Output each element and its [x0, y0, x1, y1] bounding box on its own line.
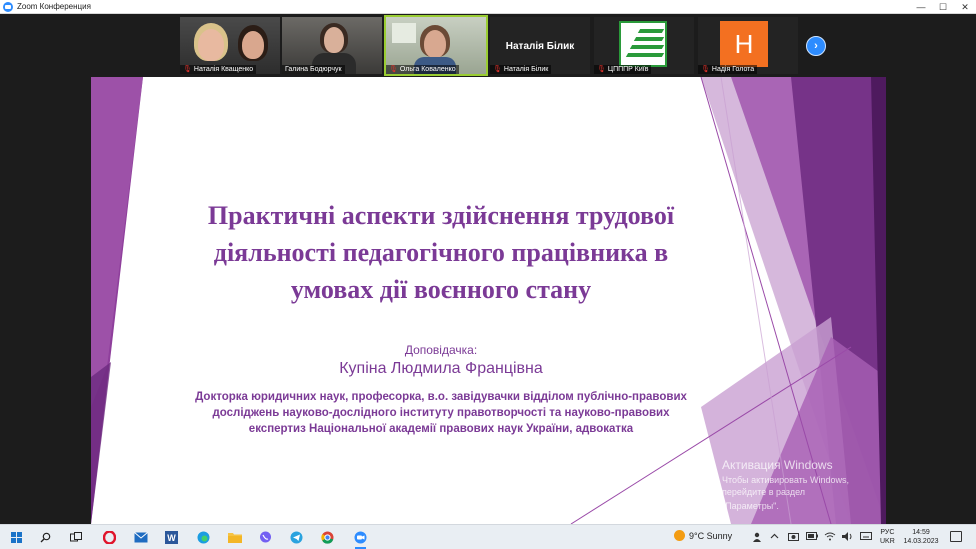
participant-tile[interactable]: Н 🎙 Надія Голота	[698, 17, 798, 74]
notification-icon[interactable]	[950, 531, 962, 542]
keyboard-icon[interactable]	[860, 532, 872, 542]
zoom-app-icon	[3, 1, 13, 12]
battery-icon[interactable]	[806, 532, 818, 542]
window-title: Zoom Конференция	[17, 2, 91, 11]
speaker-name: Купіна Людмила Францівна	[339, 360, 543, 377]
weather-temp: 9°C	[689, 530, 705, 541]
person-icon[interactable]	[752, 532, 762, 544]
window-controls: — ☐ ✕	[910, 0, 976, 14]
language-indicator[interactable]: РУС UKR	[880, 528, 895, 546]
windows-activation-watermark: Активация Windows Чтобы активировать Win…	[722, 458, 886, 512]
speaker-description: Докторка юридичних наук, професорка, в.о…	[195, 391, 687, 435]
shared-slide: Практичні аспекти здійснення трудової ді…	[91, 77, 886, 524]
svg-text:W: W	[167, 533, 176, 543]
language-bottom: UKR	[880, 538, 895, 545]
weather-widget[interactable]: 9°C Sunny	[674, 530, 732, 541]
participant-name-bar: 🎙 Надія Голота	[698, 65, 758, 74]
organization-logo	[619, 21, 667, 67]
mic-muted-icon: 🎙	[183, 66, 192, 73]
windows-start-icon[interactable]	[9, 530, 24, 545]
activation-line: Чтобы активировать Windows, перейдите в …	[722, 475, 849, 497]
clock-date: 14.03.2023	[903, 538, 939, 545]
edge-icon[interactable]	[196, 530, 211, 545]
participant-avatar: Н	[720, 21, 768, 67]
activation-title: Активация Windows	[722, 458, 833, 472]
task-view-icon[interactable]	[68, 530, 83, 545]
viber-icon[interactable]	[258, 530, 273, 545]
chrome-icon[interactable]	[320, 530, 335, 545]
participant-name-bar: 🎙 Наталія Кващенко	[180, 65, 257, 74]
volume-icon[interactable]	[842, 532, 853, 543]
chevron-up-icon[interactable]	[770, 532, 779, 543]
participant-tile[interactable]: Галина Бодюрчук	[282, 17, 382, 74]
opera-icon[interactable]	[102, 530, 117, 545]
participant-name-bar: 🎙 Наталія Білик	[490, 65, 552, 74]
participant-tile[interactable]: Наталія Білик 🎙 Наталія Білик	[490, 17, 590, 74]
file-explorer-icon[interactable]	[227, 530, 242, 545]
participants-strip: 🎙 Наталія Кващенко Галина Бодюрчук 🎙 Ольга…	[0, 14, 976, 76]
participant-name-bar: 🎙 ЦПППР Київ	[594, 65, 652, 74]
speaker-label: Доповідачка:	[404, 343, 478, 357]
language-top: РУС	[880, 529, 895, 536]
mic-muted-icon: 🎙	[493, 66, 502, 73]
participant-name-bar: 🎙 Ольга Коваленко	[386, 65, 459, 74]
mic-muted-icon: 🎙	[597, 66, 606, 73]
activation-line: "Параметры".	[722, 501, 779, 511]
participant-tile[interactable]: 🎙 ЦПППР Київ	[594, 17, 694, 74]
wifi-icon[interactable]	[824, 532, 836, 543]
telegram-icon[interactable]	[289, 530, 304, 545]
participant-name-bar: Галина Бодюрчук	[282, 65, 345, 74]
windows-taskbar: W 9°C Sunny РУС UKR 14:59 14.03.2023	[0, 524, 976, 549]
close-button[interactable]: ✕	[954, 0, 976, 14]
clock-time: 14:59	[912, 529, 930, 536]
search-icon[interactable]	[38, 530, 53, 545]
mail-icon[interactable]	[133, 530, 148, 545]
sun-icon	[674, 530, 685, 541]
participant-tile-active[interactable]: 🎙 Ольга Коваленко	[384, 15, 488, 76]
mic-muted-icon: 🎙	[701, 66, 710, 73]
word-icon[interactable]: W	[164, 530, 179, 545]
chevron-right-icon[interactable]: ›	[806, 36, 826, 56]
mic-muted-icon: 🎙	[389, 66, 398, 73]
weather-text: Sunny	[706, 530, 733, 541]
slide-title: Практичні аспекти здійснення трудової ді…	[207, 201, 675, 304]
zoom-window: Zoom Конференция — ☐ ✕ 🎙 Наталія Кващенко…	[0, 0, 976, 549]
participant-tile[interactable]: 🎙 Наталія Кващенко	[180, 17, 280, 74]
system-clock[interactable]: 14:59 14.03.2023	[902, 528, 940, 546]
maximize-button[interactable]: ☐	[932, 0, 954, 14]
title-bar: Zoom Конференция — ☐ ✕	[0, 0, 976, 14]
participant-display-name: Наталія Білик	[505, 41, 575, 52]
zoom-taskbar-icon[interactable]	[353, 530, 368, 549]
minimize-button[interactable]: —	[910, 0, 932, 14]
camera-icon[interactable]	[788, 532, 799, 543]
